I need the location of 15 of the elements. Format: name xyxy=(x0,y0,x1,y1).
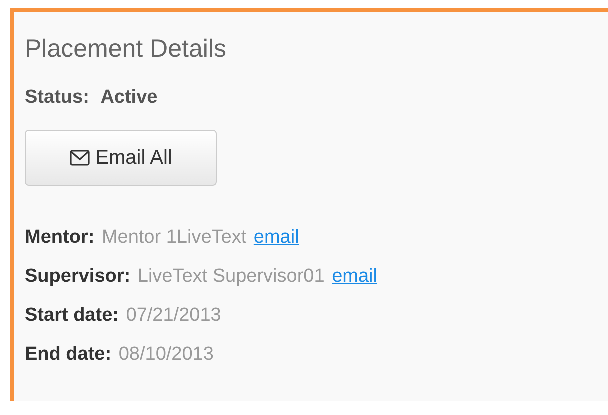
detail-value: 07/21/2013 xyxy=(126,305,222,326)
detail-label: Mentor: xyxy=(25,227,95,248)
detail-label: Start date: xyxy=(25,305,119,326)
email-link[interactable]: email xyxy=(254,227,300,248)
detail-value: 08/10/2013 xyxy=(118,344,214,365)
status-label: Status: xyxy=(25,87,90,108)
detail-label: End date: xyxy=(25,344,112,365)
email-link[interactable]: email xyxy=(332,266,378,287)
envelope-icon xyxy=(70,150,90,166)
email-all-button[interactable]: Email All xyxy=(25,130,217,186)
detail-value: LiveText Supervisor01 xyxy=(138,266,325,287)
panel-title: Placement Details xyxy=(25,34,228,64)
status-value: Active xyxy=(100,87,158,108)
detail-value: Mentor 1LiveText xyxy=(102,227,247,248)
detail-label: Supervisor: xyxy=(25,266,131,287)
